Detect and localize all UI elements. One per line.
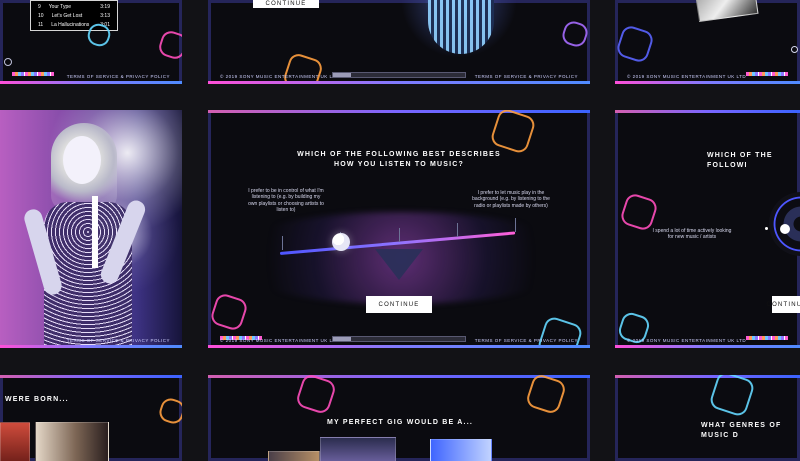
- slider-tick: [515, 218, 516, 232]
- decorative-hexagon: [294, 375, 338, 416]
- top-center-panel: CONTINUE © 2019 SONY MUSIC ENTERTAINMENT…: [208, 0, 590, 84]
- decorative-hexagon: [618, 191, 660, 233]
- question-title: WHICH OF THE FOLLOWI: [707, 152, 773, 170]
- progress-bar: [332, 336, 466, 342]
- decorative-hexagon: [156, 28, 182, 62]
- decorative-hexagon: [208, 291, 250, 333]
- track-number: 9: [38, 4, 41, 10]
- top-right-panel: © 2019 SONY MUSIC ENTERTAINMENT UK LTD: [615, 0, 800, 84]
- question-title: WHICH OF THE FOLLOWING BEST DESCRIBES HO…: [293, 150, 505, 170]
- decorative-hexagon: [281, 51, 325, 84]
- top-left-panel: 9 Your Type 3:19 10 Let's Get Lost 3:13 …: [0, 0, 182, 84]
- progress-fill: [333, 73, 352, 77]
- track-duration: 3:19: [100, 4, 110, 10]
- progress-fill: [333, 337, 352, 341]
- footer-links[interactable]: TERMS OF SERVICE & PRIVACY POLICY: [67, 338, 170, 343]
- track-title: Let's Get Lost: [51, 13, 83, 19]
- track-duration: 3:13: [100, 13, 110, 19]
- gig-image-right[interactable]: [430, 439, 492, 461]
- ring-icon: [4, 58, 12, 66]
- footer-links[interactable]: TERMS OF SERVICE & PRIVACY POLICY: [475, 338, 578, 343]
- right-option-text: I prefer to let music play in the backgr…: [472, 190, 550, 209]
- bottom-right-panel: WHAT GENRES OF MUSIC D: [615, 375, 800, 461]
- question-line-2: HOW YOU LISTEN TO MUSIC?: [333, 161, 465, 169]
- gig-image-center[interactable]: [320, 437, 396, 461]
- option-text: I spend a lot of time actively looking f…: [652, 228, 732, 241]
- section-title: WHAT GENRES OF MUSIC D: [701, 422, 782, 440]
- bottom-center-panel: MY PERFECT GIG WOULD BE A...: [208, 375, 590, 461]
- copyright-text: © 2019 SONY MUSIC ENTERTAINMENT UK LTD: [627, 74, 747, 79]
- decorative-hexagon: [708, 375, 756, 418]
- copyright-text: © 2019 SONY MUSIC ENTERTAINMENT UK LTD: [220, 338, 340, 343]
- left-option-text: I prefer to be in control of what I'm li…: [248, 188, 324, 213]
- question-line-1: WHICH OF THE FOLLOWING BEST DESCRIBES: [297, 151, 501, 158]
- color-bars: [12, 72, 54, 76]
- copyright-text: © 2019 SONY MUSIC ENTERTAINMENT UK LTD: [220, 74, 340, 79]
- decorative-hexagon: [524, 375, 568, 416]
- decorative-hexagon: [559, 18, 590, 50]
- slider-knob[interactable]: [332, 233, 350, 251]
- middle-right-panel: WHICH OF THE FOLLOWI I spend a lot of ti…: [615, 110, 800, 348]
- slider-fulcrum: [375, 249, 423, 280]
- continue-button[interactable]: CONTINUE: [767, 296, 800, 313]
- footer-links[interactable]: TERMS OF SERVICE & PRIVACY POLICY: [475, 74, 578, 79]
- album-cover-left[interactable]: [0, 422, 30, 461]
- continue-button[interactable]: CONTINUE: [253, 0, 319, 8]
- decorative-hexagon: [489, 110, 537, 155]
- middle-center-panel: WHICH OF THE FOLLOWING BEST DESCRIBES HO…: [208, 110, 590, 348]
- slider-tick: [282, 236, 283, 250]
- color-bars: [746, 72, 788, 76]
- face-shape: [63, 136, 101, 184]
- decorative-hexagon: [156, 395, 182, 427]
- decorative-hexagon: [536, 315, 584, 348]
- microphone-stand: [92, 196, 98, 268]
- slider-tick: [457, 223, 458, 237]
- continue-button[interactable]: CONTINUE: [366, 296, 432, 313]
- middle-left-panel: TERMS OF SERVICE & PRIVACY POLICY: [0, 110, 182, 348]
- album-cover-right[interactable]: [35, 422, 109, 461]
- artist-photo: [0, 110, 182, 348]
- track-number: 11: [38, 22, 44, 28]
- dot-icon: [765, 227, 768, 230]
- color-bars: [746, 336, 788, 340]
- decorative-hexagon: [615, 23, 656, 65]
- bottom-left-panel: WERE BORN...: [0, 375, 182, 461]
- progress-bar: [332, 72, 466, 78]
- copyright-text: © 2019 SONY MUSIC ENTERTAINMENT UK LTD: [627, 338, 747, 343]
- album-cover-photo: [695, 0, 759, 23]
- record-center-dot: [780, 224, 790, 234]
- track-number: 10: [38, 13, 44, 19]
- gig-image-left[interactable]: [268, 451, 320, 461]
- footer-links[interactable]: TERMS OF SERVICE & PRIVACY POLICY: [67, 74, 170, 79]
- track-title: Your Type: [48, 4, 72, 10]
- section-title: WERE BORN...: [5, 396, 69, 403]
- section-title: MY PERFECT GIG WOULD BE A...: [327, 419, 473, 426]
- slider-tick: [399, 228, 400, 242]
- ring-icon: [791, 46, 798, 53]
